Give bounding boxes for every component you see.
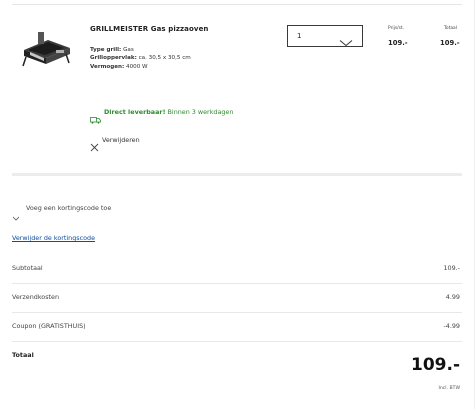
quantity-value: 1 [297, 32, 302, 40]
section-divider [12, 173, 462, 176]
chevron-down-icon[interactable] [12, 206, 20, 225]
delivery-status: Direct leverbaar! Binnen 3 werkdagen [104, 108, 233, 116]
spec-value: Gas [121, 47, 134, 53]
pizza-oven-image[interactable] [18, 28, 74, 68]
remove-discount-code-link[interactable]: Verwijder de kortingscode [12, 234, 95, 242]
spec-label: Vermogen: [90, 64, 125, 70]
row-divider [12, 312, 462, 313]
quantity-select[interactable]: 1 [287, 25, 363, 47]
total-value: 109.- [411, 355, 460, 375]
vat-note: Incl. BTW [438, 386, 461, 391]
top-divider [12, 4, 462, 5]
delivery-status-bold: Direct leverbaar! [104, 108, 166, 116]
shipping-value: 4.99 [445, 293, 460, 301]
delivery-status-text: Binnen 3 werkdagen [165, 108, 234, 116]
remove-item-button[interactable]: Verwijderen [102, 136, 140, 144]
coupon-label: Coupon (GRATISTHUIS) [12, 322, 86, 330]
line-total: 109.- [440, 39, 460, 47]
total-label: Totaal [12, 351, 34, 359]
close-icon[interactable] [90, 137, 99, 156]
row-divider [12, 283, 462, 284]
spec-label: Type grill: [90, 47, 122, 53]
spec-value: 4000 W [124, 64, 148, 70]
shipping-label: Verzendkosten [12, 293, 60, 301]
subtotal-value: 109.- [443, 264, 460, 272]
product-title[interactable]: GRILLMEISTER Gas pizzaoven [90, 25, 209, 33]
price-per-unit-header: Prijs/st. [388, 26, 404, 31]
truck-icon [90, 109, 101, 128]
spec-value: ca. 30,5 x 30,5 cm [136, 55, 191, 61]
spec-type-grill: Type grill: Gas [90, 47, 134, 53]
coupon-value: -4.99 [443, 322, 460, 330]
subtotal-label: Subtotaal [12, 264, 43, 272]
row-divider [12, 341, 462, 342]
chevron-down-icon [339, 32, 353, 51]
price-per-unit: 109.- [388, 39, 408, 47]
spec-label: Grilloppervlak: [90, 55, 137, 61]
line-total-header: Totaal [444, 26, 457, 31]
add-discount-code-toggle[interactable]: Voeg een kortingscode toe [26, 204, 111, 212]
spec-power: Vermogen: 4000 W [90, 64, 148, 70]
spec-grill-surface: Grilloppervlak: ca. 30,5 x 30,5 cm [90, 55, 191, 61]
